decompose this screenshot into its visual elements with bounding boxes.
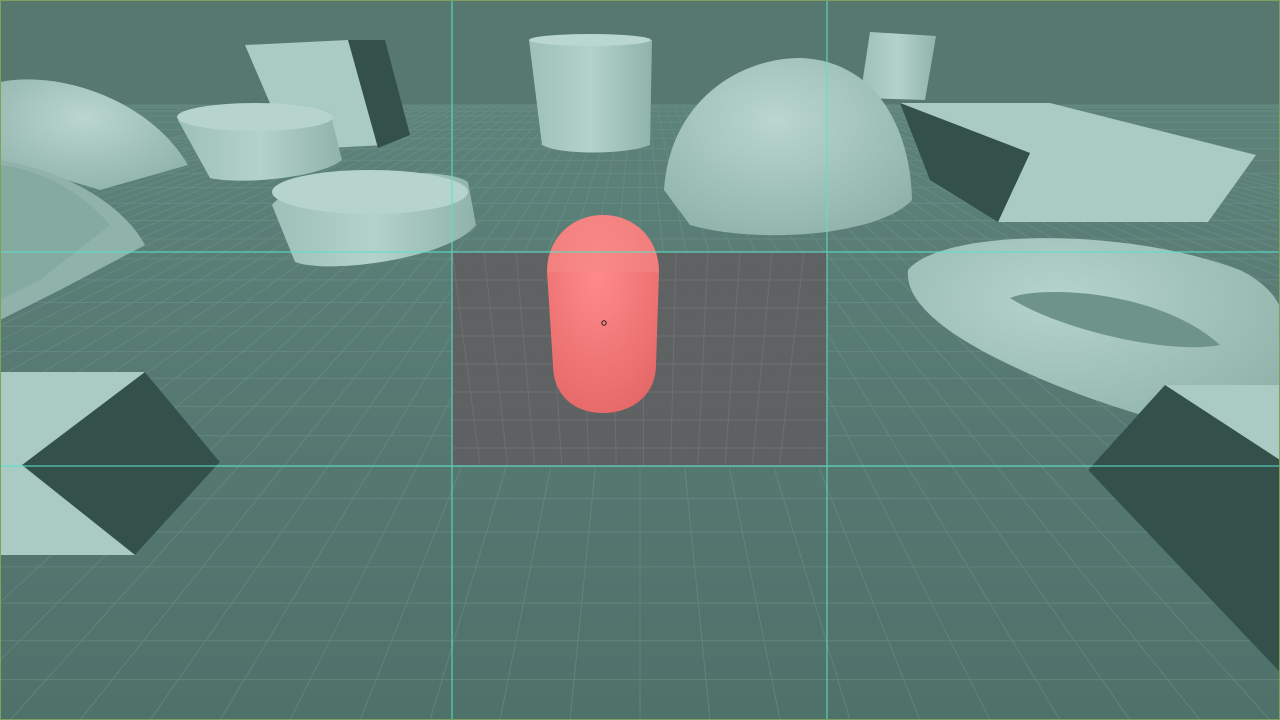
- capsule-selected[interactable]: [547, 215, 659, 413]
- cylinder-back-center: [529, 40, 652, 153]
- 3d-viewport[interactable]: [0, 0, 1280, 720]
- scene-canvas[interactable]: [0, 0, 1280, 720]
- cylinder-short-left-top: [177, 103, 333, 131]
- disc-left-center-top: [272, 170, 468, 214]
- cylinder-back-center-top: [529, 34, 651, 46]
